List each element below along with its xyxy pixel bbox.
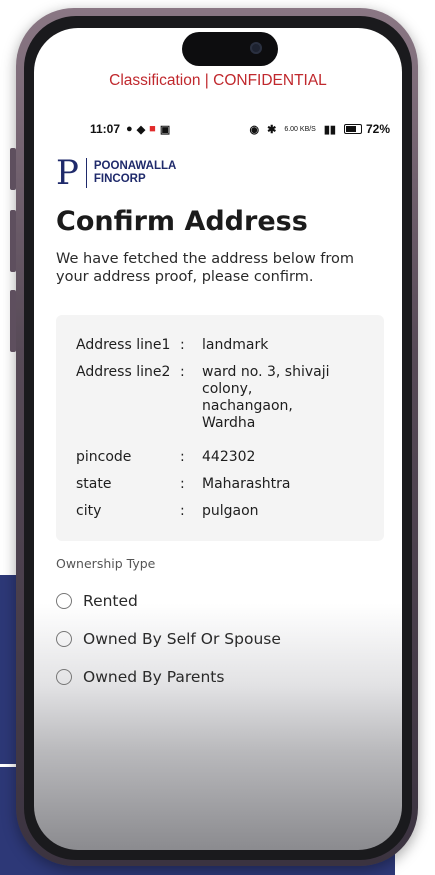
app-notification-icon: ■ xyxy=(149,123,156,135)
media-notification-icon: ▣ xyxy=(159,123,171,136)
logo-divider xyxy=(85,158,87,188)
vibrate-icon: ◉ xyxy=(249,123,260,136)
page-subtitle: We have fetched the address below from y… xyxy=(56,251,355,285)
radio-option-owned-by-parents[interactable]: Owned By Parents xyxy=(56,668,224,686)
battery-icon xyxy=(343,124,362,134)
ownership-type-label: Ownership Type xyxy=(56,556,156,571)
address-label: pincode xyxy=(76,449,132,465)
radio-option-rented[interactable]: Rented xyxy=(56,592,138,610)
phone-volume-up-button xyxy=(10,210,16,272)
address-row: state : Maharashtra xyxy=(76,476,362,493)
address-row: city : pulgaon xyxy=(76,503,362,520)
brand-logo: P POONAWALLA FINCORP xyxy=(56,156,176,190)
address-colon: : xyxy=(180,476,185,492)
address-label: Address line1 xyxy=(76,337,171,353)
radio-option-label: Rented xyxy=(83,592,138,610)
status-time: 11:07 xyxy=(90,122,121,136)
radio-button-icon[interactable] xyxy=(56,669,72,685)
address-value: ward no. 3, shivaji colony, nachangaon, … xyxy=(202,364,330,431)
radio-button-icon[interactable] xyxy=(56,593,72,609)
signal-icon: ▮▮ xyxy=(323,123,336,136)
address-value: Maharashtra xyxy=(202,476,291,492)
phone-side-button xyxy=(10,148,16,190)
address-value: pulgaon xyxy=(202,503,259,519)
address-label: state xyxy=(76,476,112,492)
battery-percent: 72% xyxy=(365,122,390,136)
address-label: Address line2 xyxy=(76,364,171,380)
brand-name: POONAWALLA FINCORP xyxy=(94,160,176,186)
chat-notification-icon: ● xyxy=(126,123,133,135)
network-speed-text: 6.00 KB/S xyxy=(284,125,316,133)
address-value: landmark xyxy=(202,337,269,353)
address-row: Address line1 : landmark xyxy=(76,337,362,354)
page-title: Confirm Address xyxy=(56,206,308,237)
phone-screen: Classification | CONFIDENTIAL 11:07 ● ◆ … xyxy=(34,28,402,850)
brand-name-line2: FINCORP xyxy=(93,173,146,185)
classification-banner: Classification | CONFIDENTIAL xyxy=(109,72,327,89)
address-value: 442302 xyxy=(202,449,256,465)
address-label: city xyxy=(76,503,102,519)
address-colon: : xyxy=(180,364,185,380)
radio-option-label: Owned By Self Or Spouse xyxy=(83,630,281,648)
brand-name-line1: POONAWALLA xyxy=(93,160,177,172)
bluetooth-icon: ✱ xyxy=(267,123,277,136)
dynamic-island xyxy=(182,32,278,66)
address-colon: : xyxy=(180,337,185,353)
radio-option-label: Owned By Parents xyxy=(83,668,225,686)
address-row: pincode : 442302 xyxy=(76,449,362,466)
phone-volume-down-button xyxy=(10,290,16,352)
radio-button-icon[interactable] xyxy=(56,631,72,647)
address-colon: : xyxy=(180,449,185,465)
address-card: Address line1 : landmark Address line2 :… xyxy=(56,315,384,541)
notification-icon: ◆ xyxy=(136,123,146,136)
logo-letter: P xyxy=(56,153,79,193)
radio-option-owned-by-self-or-spouse[interactable]: Owned By Self Or Spouse xyxy=(56,630,281,648)
status-bar: 11:07 ● ◆ ■ ▣ ◉ ✱ 6.00 KB/S ▮▮ 72% xyxy=(90,120,390,138)
address-row: Address line2 : ward no. 3, shivaji colo… xyxy=(76,364,342,432)
address-colon: : xyxy=(180,503,185,519)
camera-icon xyxy=(250,42,262,54)
